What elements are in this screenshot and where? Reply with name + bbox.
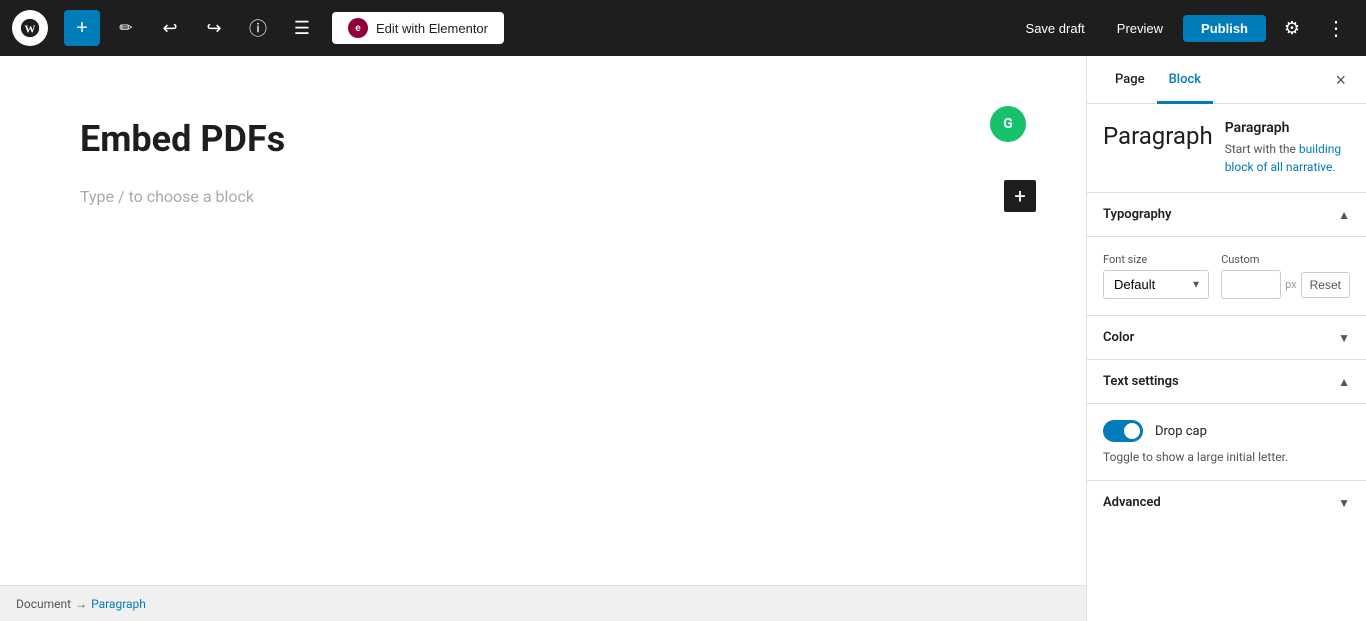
drop-cap-row: Drop cap (1103, 420, 1350, 442)
custom-label: Custom (1221, 253, 1350, 266)
font-size-row: Font size Default Small Medium Large Ext… (1103, 253, 1350, 299)
paragraph-desc-start: Start with the (1225, 142, 1299, 156)
breadcrumb-document[interactable]: Document (16, 597, 71, 611)
text-settings-section-header[interactable]: Text settings ▲ (1087, 360, 1366, 404)
more-icon: ⋮ (1326, 16, 1346, 41)
svg-text:W: W (25, 24, 36, 36)
redo-icon: ↪ (206, 18, 221, 39)
elementor-logo-icon: e (348, 18, 368, 38)
info-icon: ⓘ (249, 15, 267, 41)
custom-size-input[interactable] (1221, 270, 1281, 299)
font-size-select[interactable]: Default Small Medium Large Extra Large (1103, 270, 1209, 299)
tab-page[interactable]: Page (1103, 56, 1157, 104)
text-settings-body: Drop cap Toggle to show a large initial … (1087, 404, 1366, 481)
preview-button[interactable]: Preview (1105, 15, 1175, 42)
custom-input-row: px Reset (1221, 270, 1350, 299)
color-section-header[interactable]: Color ▼ (1087, 316, 1366, 360)
block-placeholder[interactable]: Type / to choose a block (80, 187, 254, 206)
paragraph-icon: Paragraph (1103, 122, 1213, 150)
typography-label: Typography (1103, 207, 1172, 222)
drop-cap-toggle[interactable] (1103, 420, 1143, 442)
typography-section-body: Font size Default Small Medium Large Ext… (1087, 237, 1366, 316)
typography-section-header[interactable]: Typography ▲ (1087, 193, 1366, 237)
tab-block[interactable]: Block (1157, 56, 1213, 104)
gear-icon: ⚙ (1284, 18, 1300, 39)
main-toolbar: W + ✏ ↩ ↪ ⓘ ☰ e Edit with Elementor Save… (0, 0, 1366, 56)
redo-button[interactable]: ↪ (196, 10, 232, 46)
more-options-button[interactable]: ⋮ (1318, 10, 1354, 46)
right-panel: Page Block × Paragraph Paragraph Start w… (1086, 56, 1366, 621)
post-title[interactable]: Embed PDFs (80, 116, 1006, 163)
font-size-select-wrapper: Default Small Medium Large Extra Large ▼ (1103, 270, 1209, 299)
publish-button[interactable]: Publish (1183, 15, 1266, 42)
toggle-slider (1103, 420, 1143, 442)
advanced-section-header[interactable]: Advanced ▼ (1087, 481, 1366, 524)
px-unit: px (1285, 278, 1297, 291)
add-block-toolbar-button[interactable]: + (64, 10, 100, 46)
grammarly-icon: G (990, 106, 1026, 142)
paragraph-title: Paragraph (1225, 120, 1350, 136)
font-size-label: Font size (1103, 253, 1209, 266)
settings-button[interactable]: ⚙ (1274, 10, 1310, 46)
panel-tabs: Page Block × (1087, 56, 1366, 104)
status-bar: Document → Paragraph (0, 585, 1086, 621)
main-area: G Embed PDFs Type / to choose a block + … (0, 56, 1366, 621)
paragraph-desc: Start with the building block of all nar… (1225, 140, 1350, 176)
text-settings-chevron-up-icon: ▲ (1338, 375, 1350, 389)
info-button[interactable]: ⓘ (240, 10, 276, 46)
undo-button[interactable]: ↩ (152, 10, 188, 46)
breadcrumb-paragraph[interactable]: Paragraph (91, 597, 146, 611)
text-settings-label: Text settings (1103, 374, 1179, 389)
drop-cap-desc: Toggle to show a large initial letter. (1103, 450, 1350, 464)
panel-close-button[interactable]: × (1331, 67, 1350, 93)
close-icon: × (1335, 70, 1346, 90)
breadcrumb-separator: → (75, 597, 87, 611)
edit-elementor-label: Edit with Elementor (376, 21, 488, 36)
save-draft-button[interactable]: Save draft (1014, 15, 1097, 42)
typography-chevron-up-icon: ▲ (1338, 208, 1350, 222)
paragraph-desc-end: . (1332, 160, 1335, 174)
undo-icon: ↩ (162, 18, 177, 39)
edit-elementor-button[interactable]: e Edit with Elementor (332, 12, 504, 44)
font-size-group: Font size Default Small Medium Large Ext… (1103, 253, 1209, 299)
advanced-chevron-down-icon: ▼ (1338, 496, 1350, 510)
advanced-label: Advanced (1103, 495, 1161, 510)
list-icon: ☰ (294, 18, 310, 39)
paragraph-section: Paragraph Paragraph Start with the build… (1087, 104, 1366, 193)
color-chevron-down-icon: ▼ (1338, 331, 1350, 345)
paragraph-info: Paragraph Start with the building block … (1225, 120, 1350, 176)
pencil-icon: ✏ (119, 18, 132, 38)
reset-button[interactable]: Reset (1301, 272, 1350, 298)
add-block-inline-button[interactable]: + (1004, 180, 1036, 212)
wp-logo[interactable]: W (12, 10, 48, 46)
pencil-icon-button[interactable]: ✏ (108, 10, 144, 46)
editor-area: G Embed PDFs Type / to choose a block + … (0, 56, 1086, 621)
custom-group: Custom px Reset (1221, 253, 1350, 299)
editor-content: G Embed PDFs Type / to choose a block + (0, 56, 1086, 585)
list-button[interactable]: ☰ (284, 10, 320, 46)
color-label: Color (1103, 330, 1134, 345)
drop-cap-label: Drop cap (1155, 424, 1207, 439)
